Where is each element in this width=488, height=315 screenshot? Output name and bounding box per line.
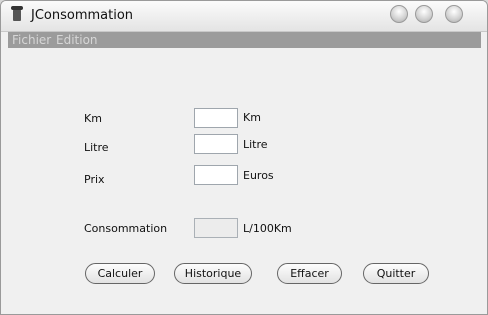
prix-input[interactable] [194,165,238,185]
km-label: Km [84,112,102,125]
close-button[interactable] [445,5,463,23]
title-bar[interactable]: JConsommation [1,1,487,32]
minimize-button[interactable] [390,5,408,23]
historique-button[interactable]: Historique [174,263,252,284]
litre-label: Litre [84,141,109,154]
window-title: JConsommation [31,8,134,23]
litre-unit: Litre [243,138,268,151]
prix-unit: Euros [243,169,274,182]
prix-label: Prix [84,173,105,186]
effacer-button[interactable]: Effacer [277,263,342,284]
litre-input[interactable] [194,134,238,154]
menu-bar: Fichier Edition [8,32,481,48]
consommation-label: Consommation [84,222,168,235]
km-input[interactable] [194,108,238,128]
quitter-button[interactable]: Quitter [363,263,429,284]
km-unit: Km [243,111,261,124]
menu-edition[interactable]: Edition [56,33,98,47]
consommation-unit: L/100Km [243,222,292,235]
maximize-button[interactable] [415,5,433,23]
menu-fichier[interactable]: Fichier [12,33,51,47]
calculer-button[interactable]: Calculer [85,263,155,284]
app-window: JConsommation Fichier Edition Km Km Litr… [0,0,488,315]
coffee-cup-icon [11,6,23,21]
consommation-output [194,218,238,238]
